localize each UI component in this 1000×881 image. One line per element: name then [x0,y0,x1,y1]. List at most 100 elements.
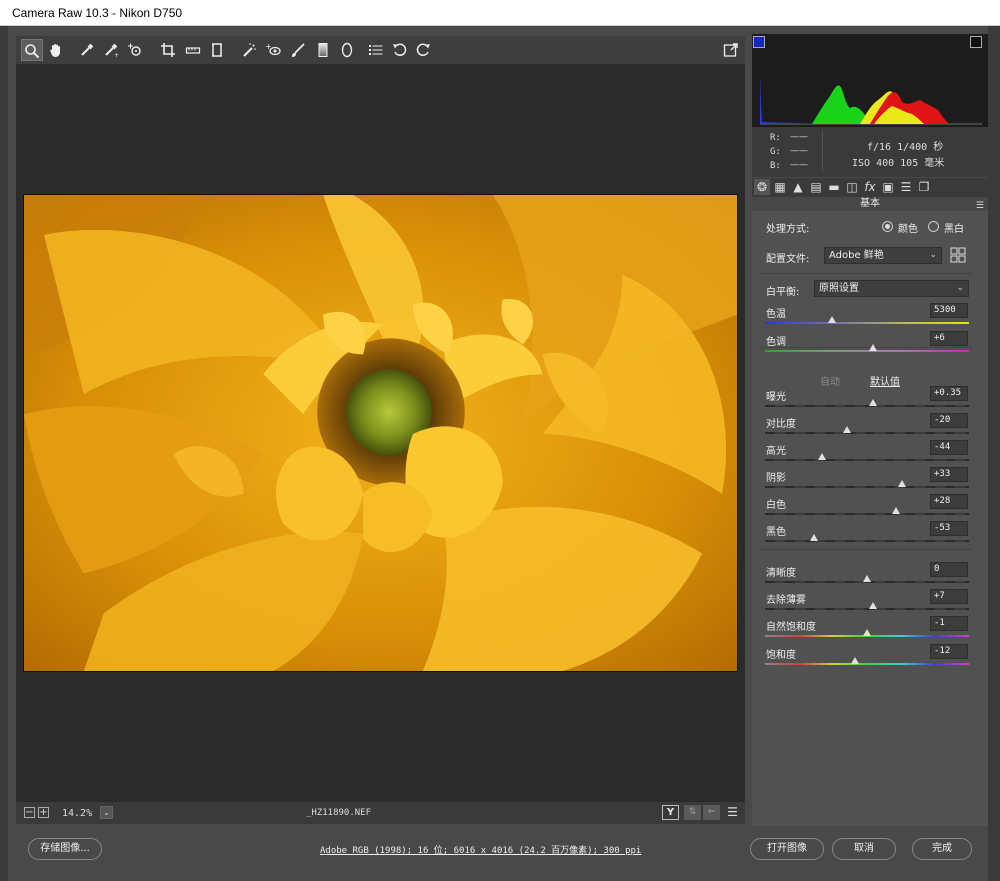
svg-text:+: + [265,42,272,51]
profile-browser-icon[interactable] [950,247,966,263]
slider-value-input[interactable]: +0.35 [930,386,968,401]
tab-tone-curve-icon[interactable]: ▦ [772,179,788,195]
highlight-clipping-warning[interactable] [970,36,982,48]
hand-tool-icon[interactable] [45,39,67,61]
slider-thumb[interactable] [863,629,871,636]
tab-camera-calibration-icon[interactable]: ▣ [880,179,896,195]
rotate-right-icon[interactable] [412,39,434,61]
swap-settings-icon[interactable]: ⇅ [684,805,701,820]
copy-settings-icon[interactable]: ⇐ [703,805,720,820]
adjustment-brush-tool-icon[interactable] [287,39,309,61]
slider-value-input[interactable]: -53 [930,521,968,536]
slider-label: 清晰度 [766,568,796,579]
chevron-down-icon: ⌄ [929,250,937,260]
zoom-out-button[interactable]: − [24,807,35,818]
preferences-icon[interactable] [365,39,387,61]
sliders-icon[interactable]: ☰ [724,805,741,820]
crop-tool-icon[interactable] [157,39,179,61]
rotate-left-icon[interactable] [389,39,411,61]
zoom-level: 14.2% [62,808,93,819]
slider-value-input[interactable]: +28 [930,494,968,509]
slider-thumb[interactable] [869,602,878,609]
white-balance-tool-icon[interactable] [76,39,98,61]
tab-split-toning-icon[interactable]: ▬ [826,179,842,195]
red-eye-tool-icon[interactable]: + [262,39,284,61]
slider-value-input[interactable]: -20 [930,413,968,428]
auto-link[interactable]: 自动 [820,373,840,388]
workflow-options-link[interactable]: Adobe RGB (1998); 16 位; 6016 x 4016 (24.… [320,843,641,856]
slider-label: 曝光 [766,392,786,403]
slider-track[interactable] [765,608,969,610]
transform-tool-icon[interactable] [206,39,228,61]
slider-value-input[interactable]: +6 [930,331,968,346]
slider-value-input[interactable]: -1 [930,616,968,631]
white-balance-value: 原照设置 [819,283,859,294]
b-value: —— [790,160,808,170]
cancel-button[interactable]: 取消 [832,838,896,860]
slider-thumb[interactable] [869,344,878,351]
slider-track[interactable] [765,459,969,461]
slider-thumb[interactable] [828,316,837,323]
slider-value-input[interactable]: 5300 [930,303,968,318]
basic-panel: 基本 ☰ 处理方式: 颜色 黑白 配置文件: Adobe 鲜艳 ⌄ 白平衡: 原… [752,197,988,826]
slider-track[interactable] [765,513,969,515]
tab-detail-icon[interactable]: ▲ [790,179,806,195]
slider-track[interactable] [765,540,969,542]
slider-value-input[interactable]: +33 [930,467,968,482]
slider-thumb[interactable] [818,453,827,460]
open-image-button[interactable]: 打开图像 [750,838,824,860]
panel-title-text: 基本 [860,198,880,209]
tab-basic-icon[interactable]: ❂ [754,179,770,195]
tab-hsl-icon[interactable]: ▤ [808,179,824,195]
fullscreen-toggle-icon[interactable] [720,39,742,61]
tab-lens-icon[interactable]: ◫ [844,179,860,195]
radial-filter-tool-icon[interactable] [336,39,358,61]
spot-removal-tool-icon[interactable] [238,39,260,61]
white-balance-dropdown[interactable]: 原照设置 ⌄ [814,280,969,297]
right-edge [988,26,1000,881]
slider-thumb[interactable] [869,399,878,406]
photo-preview[interactable] [23,194,738,672]
graduated-filter-tool-icon[interactable] [312,39,334,61]
slider-value-input[interactable]: -44 [930,440,968,455]
targeted-adjustment-tool-icon[interactable] [124,39,146,61]
slider-thumb[interactable] [850,657,859,664]
slider-value-input[interactable]: -12 [930,644,968,659]
divider [760,549,972,550]
tab-presets-icon[interactable]: ☰ [898,179,914,195]
b-label: B: [770,161,781,171]
bw-radio[interactable] [928,221,939,232]
straighten-tool-icon[interactable] [182,39,204,61]
iso-focal: ISO 400 105 毫米 [852,158,945,169]
done-button[interactable]: 完成 [912,838,972,860]
shadow-clipping-warning[interactable] [753,36,765,48]
slider-thumb[interactable] [891,507,900,514]
slider-track[interactable] [765,322,969,324]
slider-track[interactable] [765,350,969,352]
slider-thumb[interactable] [842,426,851,433]
slider-track[interactable] [765,432,969,434]
panel-menu-icon[interactable]: ☰ [976,199,984,213]
color-sampler-tool-icon[interactable]: + [100,39,122,61]
profile-label: 配置文件: [766,254,810,265]
before-after-toggle[interactable]: Y [662,805,679,820]
slider-track[interactable] [765,486,969,488]
slider-value-input[interactable]: 0 [930,562,968,577]
default-link[interactable]: 默认值 [870,373,900,388]
slider-thumb[interactable] [863,575,871,582]
slider-label: 色温 [766,309,786,320]
slider-thumb[interactable] [809,534,818,541]
slider-thumb[interactable] [897,480,906,487]
tab-effects-icon[interactable]: fx [862,179,878,195]
save-image-button[interactable]: 存储图像... [28,838,102,860]
slider-track[interactable] [765,405,969,407]
profile-dropdown[interactable]: Adobe 鲜艳 ⌄ [824,247,942,264]
tab-snapshots-icon[interactable]: ❐ [916,179,932,195]
slider-track[interactable] [765,663,969,665]
slider-value-input[interactable]: +7 [930,589,968,604]
color-radio[interactable] [882,221,893,232]
zoom-dropdown[interactable]: ⌄ [100,806,113,819]
zoom-in-button[interactable]: + [38,807,49,818]
zoom-tool-icon[interactable] [21,39,43,61]
bw-radio-label: 黑白 [944,224,964,235]
